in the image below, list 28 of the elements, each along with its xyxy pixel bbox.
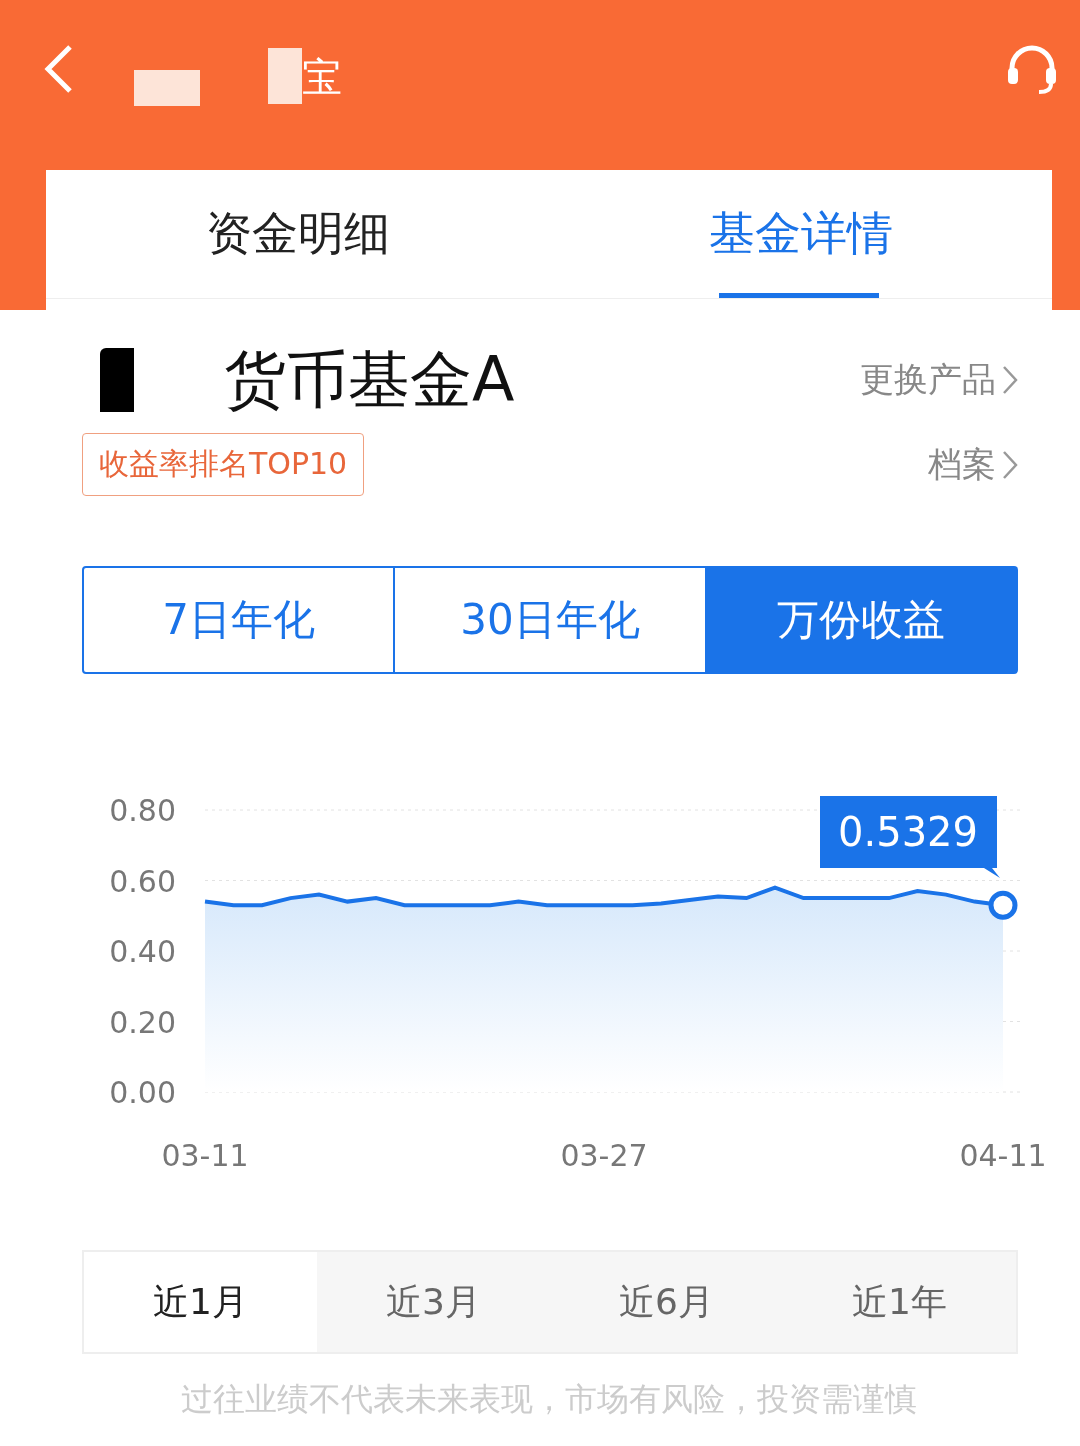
profile-link[interactable]: 档案	[928, 441, 1018, 488]
tab[interactable]: 资金明细	[46, 170, 549, 298]
page-title: 宝	[302, 53, 342, 102]
period-tab[interactable]: 近6月	[550, 1252, 783, 1352]
tab[interactable]: 基金详情	[549, 170, 1052, 298]
y-axis-label: 0.40	[109, 934, 176, 969]
metric-tab[interactable]: 7日年化	[84, 568, 394, 672]
redacted-block	[100, 348, 134, 412]
x-axis-label: 04-11	[959, 1138, 1047, 1173]
period-tab[interactable]: 近3月	[317, 1252, 550, 1352]
chevron-right-icon	[1002, 365, 1018, 395]
value-tooltip: 0.5329	[820, 796, 1000, 878]
data-point	[988, 890, 1018, 920]
change-product-link[interactable]: 更换产品	[860, 357, 1018, 403]
ranking-badge: 收益率排名TOP10	[82, 433, 365, 496]
redacted-block	[268, 48, 302, 104]
redacted-block	[134, 70, 200, 106]
period-tab[interactable]: 近1年	[783, 1252, 1016, 1352]
y-axis-label: 0.60	[109, 863, 176, 899]
metric-tab[interactable]: 万份收益	[704, 568, 1016, 672]
back-icon[interactable]	[44, 44, 74, 94]
y-axis-label: 0.00	[109, 1075, 176, 1110]
x-axis-label: 03-11	[161, 1138, 249, 1173]
fund-name: 货币基金A	[224, 342, 515, 418]
chevron-right-icon	[1002, 449, 1018, 480]
x-axis-label: 03-27	[560, 1138, 648, 1173]
y-axis-label: 0.80	[109, 793, 176, 828]
y-axis-label: 0.20	[109, 1004, 176, 1040]
